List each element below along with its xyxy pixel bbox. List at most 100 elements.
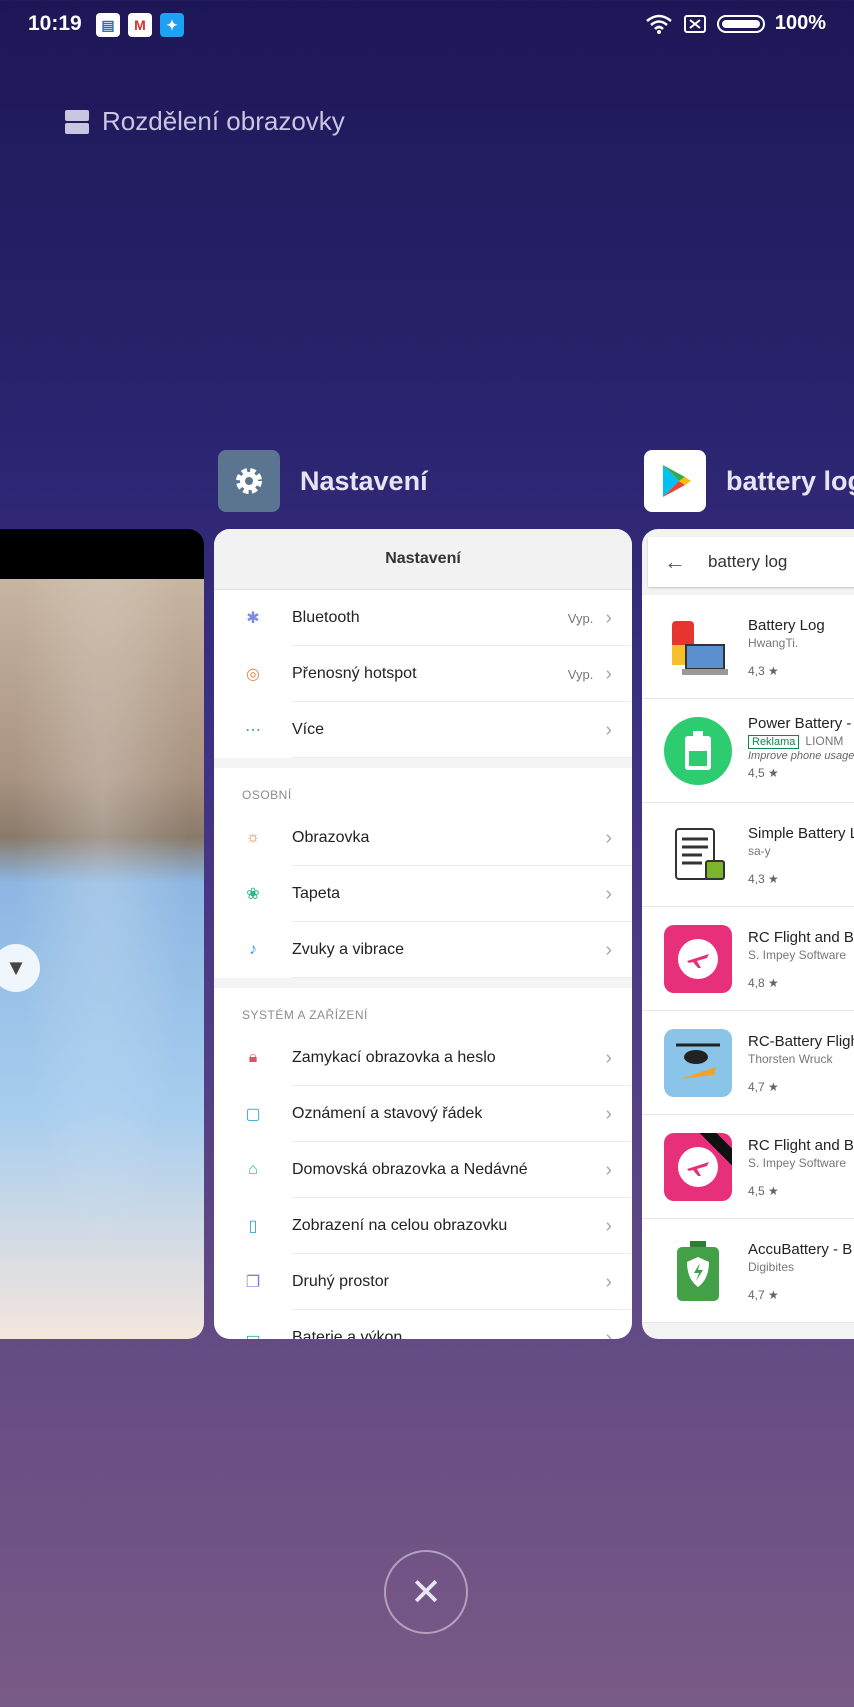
row-label: Bluetooth	[292, 609, 360, 626]
search-query: battery log	[708, 552, 788, 571]
app-name: Power Battery -	[748, 715, 852, 732]
row-label: Obrazovka	[292, 829, 370, 846]
settings-row-display[interactable]: ☼ Obrazovka ›	[214, 810, 632, 866]
app-rating: 4,5 ★	[748, 1184, 779, 1198]
app-developer: HwangTi.	[748, 636, 799, 650]
chevron-right-icon: ›	[605, 1046, 612, 1069]
app-name: AccuBattery - B	[748, 1241, 853, 1258]
settings-row-more[interactable]: ⋯ Více ›	[214, 702, 632, 758]
airplane-icon	[664, 925, 732, 993]
battery-icon: ▭	[245, 1330, 261, 1339]
app-developer: sa-y	[748, 844, 771, 858]
chevron-right-icon: ›	[605, 1102, 612, 1125]
settings-row-notifications[interactable]: ▢ Oznámení a stavový řádek ›	[214, 1086, 632, 1142]
lock-icon: 🔒︎	[248, 1049, 258, 1066]
app-rating: 4,3 ★	[748, 872, 779, 886]
row-label: Přenosný hotspot	[292, 665, 417, 682]
row-value: Vyp.	[567, 610, 594, 626]
settings-row-bluetooth[interactable]: ✱ Bluetooth Vyp. ›	[214, 590, 632, 646]
row-value: Vyp.	[567, 666, 594, 682]
app-name: RC Flight and B	[748, 1137, 854, 1154]
app-rating: 4,3 ★	[748, 664, 779, 678]
app-rating: 4,7 ★	[748, 1288, 779, 1302]
accubattery-icon	[664, 1237, 732, 1305]
split-screen-button[interactable]: Rozdělení obrazovky	[64, 106, 345, 137]
row-label: Tapeta	[292, 885, 341, 902]
app-developer: S. Impey Software	[748, 1156, 847, 1170]
section-system: SYSTÉM A ZAŘÍZENÍ	[214, 978, 632, 1030]
result-item[interactable]: RC Flight and B S. Impey Software 4,5 ★	[642, 1115, 854, 1219]
app-rating: 4,5 ★	[748, 766, 779, 780]
app-developer: Thorsten Wruck	[748, 1052, 833, 1066]
settings-row-fullscreen[interactable]: ▯ Zobrazení na celou obrazovku ›	[214, 1198, 632, 1254]
search-bar[interactable]: ← battery log	[648, 537, 854, 587]
chevron-right-icon: ›	[605, 826, 612, 849]
settings-row-hotspot[interactable]: ◎ Přenosný hotspot Vyp. ›	[214, 646, 632, 702]
chevron-right-icon: ›	[605, 1214, 612, 1237]
row-label: Zamykací obrazovka a heslo	[292, 1049, 496, 1066]
app-name: RC Flight and B	[748, 929, 854, 946]
settings-row-lockscreen[interactable]: 🔒︎ Zamykací obrazovka a heslo ›	[214, 1030, 632, 1086]
row-label: Domovská obrazovka a Nedávné	[292, 1161, 528, 1178]
notification-icons: ▤ M ✦	[96, 13, 184, 37]
status-bar: 10:19 ▤ M ✦ 100%	[0, 0, 854, 52]
settings-row-sound[interactable]: ♪ Zvuky a vibrace ›	[214, 922, 632, 978]
split-screen-icon	[65, 109, 89, 134]
gear-icon	[218, 450, 280, 512]
ad-badge: Reklama	[748, 735, 800, 749]
row-label: Více	[292, 721, 325, 738]
battery-log-icon	[664, 613, 732, 681]
chevron-right-icon: ›	[605, 882, 612, 905]
chevron-right-icon: ›	[605, 1158, 612, 1181]
settings-row-battery[interactable]: ▭ Baterie a výkon ›	[214, 1310, 632, 1340]
app-name: Battery Log	[748, 617, 825, 634]
video-app-card[interactable]	[0, 529, 204, 1339]
settings-app-title: Nastavení	[300, 465, 428, 496]
app-rating: 4,7 ★	[748, 1080, 779, 1094]
play-app-title: battery log	[726, 465, 854, 496]
clipboard-app-icon: ▤	[96, 13, 120, 37]
wifi-icon	[646, 14, 672, 34]
result-item[interactable]: RC Flight and B S. Impey Software 4,8 ★	[642, 907, 854, 1011]
bluetooth-icon: ✱	[246, 610, 260, 627]
power-battery-icon	[664, 717, 732, 785]
row-label: Druhý prostor	[292, 1273, 389, 1290]
home-icon: ⌂	[248, 1161, 258, 1178]
chevron-right-icon: ›	[605, 662, 612, 685]
result-item[interactable]: AccuBattery - B Digibites 4,7 ★	[642, 1219, 854, 1323]
twitter-icon: ✦	[160, 13, 184, 37]
row-label: Zvuky a vibrace	[292, 941, 405, 958]
chevron-right-icon: ›	[605, 1270, 612, 1293]
clock: 10:19	[28, 12, 82, 35]
back-arrow-icon[interactable]: ←	[664, 549, 686, 575]
app-rating: 4,8 ★	[748, 976, 779, 990]
speaker-icon: ♪	[249, 941, 257, 958]
battery-percent: 100%	[774, 12, 826, 34]
settings-row-wallpaper[interactable]: ❀ Tapeta ›	[214, 866, 632, 922]
play-store-card[interactable]: ← battery log Battery Log HwangTi. 4,3 ★…	[642, 529, 854, 1339]
settings-header: Nastavení	[214, 529, 632, 590]
row-label: Oznámení a stavový řádek	[292, 1105, 483, 1122]
no-sim-icon	[683, 14, 706, 33]
close-all-button[interactable]: ✕	[384, 1550, 468, 1634]
settings-card[interactable]: Nastavení ✱ Bluetooth Vyp. › ◎ Přenosný …	[214, 529, 632, 1339]
settings-row-second-space[interactable]: ❐ Druhý prostor ›	[214, 1254, 632, 1310]
app-developer: Digibites	[748, 1260, 795, 1274]
chevron-right-icon: ›	[605, 718, 612, 741]
play-app-header[interactable]: battery log	[644, 450, 854, 512]
result-item[interactable]: RC-Battery Fligh Thorsten Wruck 4,7 ★	[642, 1011, 854, 1115]
result-item-ad[interactable]: Power Battery - Reklama LIONM Improve pho…	[642, 699, 854, 803]
battery-icon	[716, 14, 765, 33]
play-store-icon	[644, 450, 706, 512]
settings-row-home[interactable]: ⌂ Domovská obrazovka a Nedávné ›	[214, 1142, 632, 1198]
app-name: Simple Battery L	[748, 825, 854, 842]
notification-icon: ▢	[245, 1106, 261, 1123]
settings-app-header[interactable]: Nastavení	[218, 450, 428, 512]
row-label: Zobrazení na celou obrazovku	[292, 1217, 508, 1234]
row-label: Baterie a výkon	[292, 1329, 403, 1339]
second-space-icon: ❐	[245, 1274, 261, 1291]
result-item[interactable]: Simple Battery L sa-y 4,3 ★	[642, 803, 854, 907]
helicopter-icon	[664, 1029, 732, 1097]
result-item[interactable]: Battery Log HwangTi. 4,3 ★	[642, 595, 854, 699]
simple-battery-icon	[664, 821, 732, 889]
